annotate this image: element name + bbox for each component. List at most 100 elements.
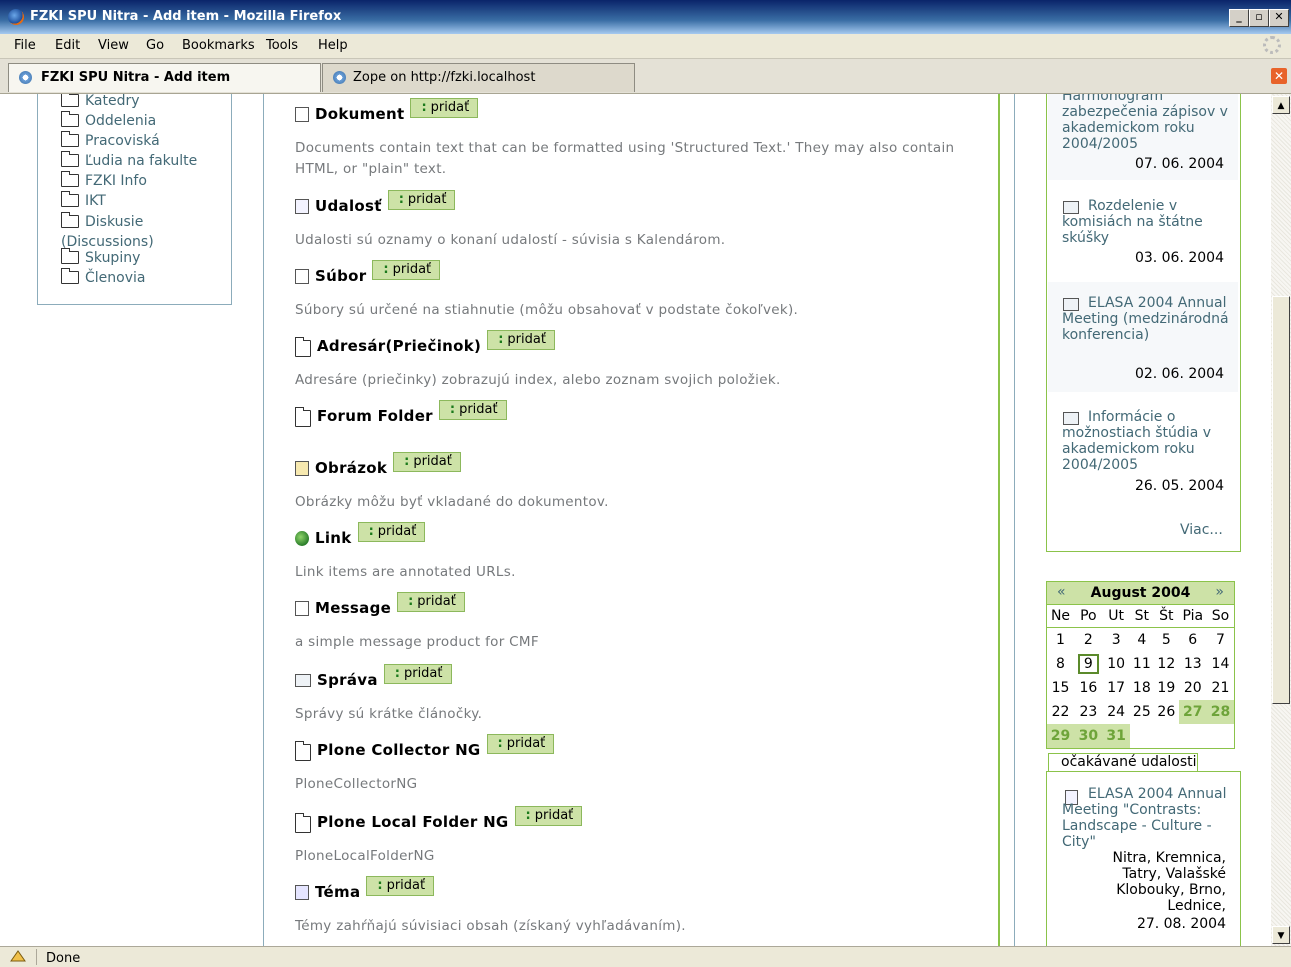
calendar-day[interactable]: 28: [1206, 700, 1235, 724]
calendar-day[interactable]: 15: [1047, 676, 1074, 700]
menu-tools[interactable]: Tools: [266, 38, 298, 53]
calendar-next-button[interactable]: »: [1215, 584, 1224, 600]
calendar-day[interactable]: 26: [1154, 700, 1179, 724]
news-icon: [1063, 298, 1079, 311]
calendar-weekday: Pia: [1178, 605, 1207, 628]
calendar-day[interactable]: 20: [1179, 676, 1207, 700]
upcoming-events-portlet: ELASA 2004 Annual Meeting "Contrasts: La…: [1046, 771, 1241, 946]
content-type-entry: Téma pridať Témy zahŕňajú súvisiaci obsah …: [295, 876, 975, 937]
calendar-day[interactable]: 2: [1074, 628, 1103, 653]
menu-bar: File Edit View Go Bookmarks Tools Help: [0, 34, 1291, 59]
calendar-day[interactable]: 3: [1103, 628, 1130, 653]
menu-view[interactable]: View: [98, 38, 129, 53]
add-item-button[interactable]: pridať: [387, 190, 456, 210]
add-item-button[interactable]: pridať: [486, 734, 555, 754]
calendar-weekday: St: [1129, 605, 1155, 628]
calendar-weekday: Ut: [1102, 605, 1130, 628]
calendar-grid: Ne Po Ut St Št Pia So 1 2 3 4 5 6 7 8 9 10 11 12 13 14 15 16 1…: [1046, 605, 1235, 749]
calendar-day[interactable]: 29: [1046, 724, 1074, 749]
upcoming-event-title[interactable]: ELASA 2004 Annual Meeting "Contrasts: La…: [1062, 786, 1232, 850]
calendar-day[interactable]: 5: [1154, 628, 1179, 653]
content-type-name: Obrázok: [315, 459, 388, 477]
message-icon: [295, 600, 309, 616]
calendar-day[interactable]: 16: [1074, 676, 1103, 700]
nav-item-clenovia[interactable]: Členovia: [61, 268, 145, 286]
calendar-day[interactable]: 22: [1047, 700, 1074, 724]
menu-help[interactable]: Help: [318, 38, 348, 53]
add-item-button[interactable]: pridať: [410, 98, 479, 118]
page-favicon-icon: [19, 71, 32, 84]
content-type-entry: Forum Folder pridať: [295, 400, 507, 432]
news-item-title[interactable]: Rozdelenie v komisiách na štátne skúšky: [1062, 198, 1232, 246]
calendar-day[interactable]: 13: [1179, 652, 1207, 676]
calendar-day[interactable]: 23: [1074, 700, 1103, 724]
menu-go[interactable]: Go: [146, 38, 164, 53]
news-item-title[interactable]: Harmonogram zabezpečenia zápisov v akade…: [1062, 94, 1232, 152]
minimize-button[interactable]: _: [1229, 9, 1249, 27]
calendar-day[interactable]: 12: [1154, 652, 1179, 676]
status-text: Done: [46, 951, 81, 966]
news-item-date: 02. 06. 2004: [1134, 366, 1224, 382]
nav-item-katedry[interactable]: Katedry: [61, 94, 140, 109]
calendar-day[interactable]: 1: [1047, 628, 1074, 653]
nav-item-diskusie[interactable]: Diskusie (Discussions): [61, 212, 231, 252]
add-item-button[interactable]: pridať: [383, 664, 452, 684]
calendar-day[interactable]: 25: [1130, 700, 1155, 724]
nav-item-fzki-info[interactable]: FZKI Info: [61, 171, 147, 189]
scrollbar-thumb[interactable]: [1272, 296, 1290, 704]
calendar-day[interactable]: 6: [1179, 628, 1207, 653]
calendar-day[interactable]: 31: [1102, 724, 1130, 749]
nav-item-skupiny[interactable]: Skupiny: [61, 248, 140, 266]
calendar-day: [1129, 724, 1155, 749]
news-item-date: 07. 06. 2004: [1134, 156, 1224, 172]
news-item-title[interactable]: Informácie o možnostiach štúdia v akadem…: [1062, 409, 1232, 473]
add-item-button[interactable]: pridať: [438, 400, 507, 420]
close-window-button[interactable]: ✕: [1269, 9, 1289, 27]
news-more-link[interactable]: Viac...: [1180, 522, 1223, 538]
folder-icon: [61, 151, 79, 167]
menu-edit[interactable]: Edit: [55, 38, 80, 53]
add-item-button[interactable]: pridať: [372, 260, 441, 280]
content-type-entry: Link pridať Link items are annotated URLs.: [295, 522, 975, 583]
calendar-weekday: Po: [1073, 605, 1103, 628]
calendar-day[interactable]: 27: [1178, 700, 1207, 724]
nav-item-pracoviska[interactable]: Pracoviská: [61, 131, 160, 149]
add-item-button[interactable]: pridať: [487, 330, 555, 350]
calendar-header: « August 2004 »: [1046, 581, 1235, 605]
scroll-up-button[interactable]: ▲: [1272, 96, 1290, 114]
tab-zope[interactable]: Zope on http://fzki.localhost: [322, 63, 635, 92]
content-type-description: Adresáre (priečinky) zobrazujú index, al…: [295, 372, 781, 388]
calendar-day[interactable]: 14: [1207, 652, 1235, 676]
maximize-button[interactable]: ▫: [1249, 9, 1269, 27]
column-divider: [998, 94, 1000, 946]
calendar-weekday: Ne: [1046, 605, 1074, 628]
menu-bookmarks[interactable]: Bookmarks: [182, 38, 255, 53]
nav-item-ikt[interactable]: IKT: [61, 191, 106, 209]
calendar-day[interactable]: 19: [1154, 676, 1179, 700]
calendar-day[interactable]: 4: [1130, 628, 1155, 653]
calendar-day[interactable]: 17: [1103, 676, 1130, 700]
menu-file[interactable]: File: [14, 38, 36, 53]
calendar-day[interactable]: 21: [1207, 676, 1235, 700]
calendar-day[interactable]: 8: [1047, 652, 1074, 676]
calendar-day[interactable]: 30: [1073, 724, 1103, 749]
calendar-day[interactable]: 24: [1103, 700, 1130, 724]
add-item-button[interactable]: pridať: [397, 592, 465, 612]
add-item-button[interactable]: pridať: [357, 522, 426, 542]
calendar-day[interactable]: 9: [1074, 652, 1103, 676]
calendar-day[interactable]: 18: [1130, 676, 1155, 700]
news-item-title[interactable]: ELASA 2004 Annual Meeting (medzinárodná …: [1062, 295, 1232, 343]
calendar-day[interactable]: 7: [1207, 628, 1235, 653]
folder-icon: [295, 336, 311, 357]
calendar-day[interactable]: 10: [1103, 652, 1130, 676]
close-tab-icon[interactable]: ✕: [1271, 68, 1287, 84]
add-item-button[interactable]: pridať: [366, 876, 435, 896]
calendar-day[interactable]: 11: [1130, 652, 1155, 676]
tab-add-item[interactable]: FZKI SPU Nitra - Add item: [8, 63, 321, 92]
nav-item-oddelenia[interactable]: Oddelenia: [61, 111, 156, 129]
scroll-down-button[interactable]: ▼: [1272, 926, 1290, 944]
content-type-description: Témy zahŕňajú súvisiaci obsah (získaný v…: [295, 918, 686, 934]
add-item-button[interactable]: pridať: [514, 806, 583, 826]
add-item-button[interactable]: pridať: [393, 452, 461, 472]
nav-item-ludia[interactable]: Ľudia na fakulte: [61, 151, 197, 169]
